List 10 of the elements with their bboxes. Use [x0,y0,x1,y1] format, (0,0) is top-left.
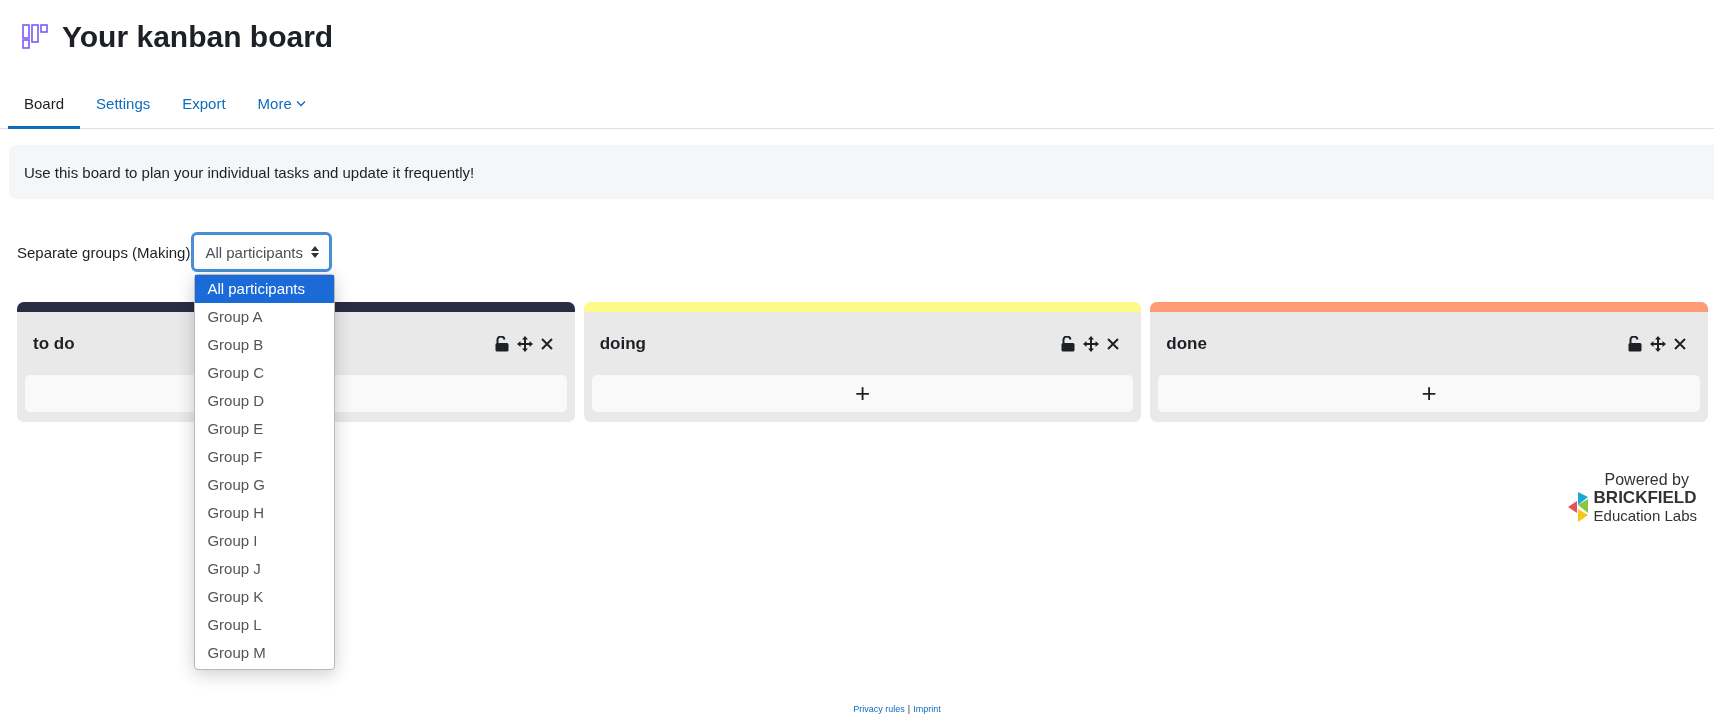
column-title: doing [599,333,646,354]
powered-by-text: Powered by [1604,471,1689,489]
column-title: to do [33,333,75,354]
page-title: Your kanban board [62,19,334,55]
info-text: Use this board to plan your individual tasks and update it frequently! [24,163,475,181]
brand-name: BRICKFIELD [1593,489,1697,507]
separator-text: | [907,704,911,714]
column-title: done [1166,333,1207,354]
brand-subtitle: Education Labs [1593,507,1697,524]
group-label: Separate groups (Making) [17,243,191,261]
